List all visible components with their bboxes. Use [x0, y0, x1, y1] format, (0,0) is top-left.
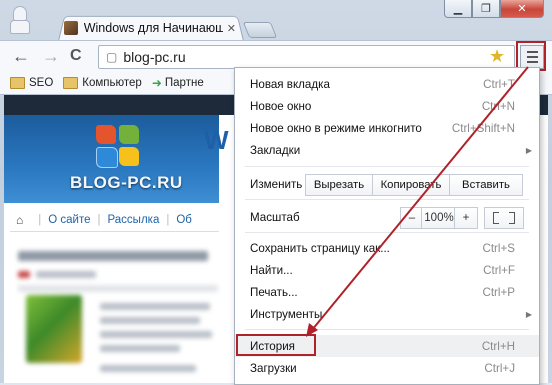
- bookmark-star-icon[interactable]: ★: [489, 46, 505, 67]
- bookmark-partner[interactable]: ➜ Партне: [152, 76, 204, 90]
- back-button[interactable]: ←: [12, 47, 30, 65]
- menu-item-find[interactable]: Найти... Ctrl+F: [235, 259, 539, 281]
- menu-item-save-page[interactable]: Сохранить страницу как... Ctrl+S: [235, 237, 539, 259]
- banner-partial-text: W: [204, 125, 229, 155]
- menu-item-bookmarks[interactable]: Закладки ▶: [235, 139, 539, 161]
- browser-window: ▁ ❐ ✕ Windows для Начинающ ✕ ← → C ▢ blo…: [0, 0, 552, 385]
- menu-item-new-tab[interactable]: Новая вкладка Ctrl+T: [235, 73, 539, 95]
- bookmark-label: Партне: [164, 77, 204, 89]
- copy-button[interactable]: Копировать: [372, 174, 450, 196]
- history-highlight-box: [236, 334, 316, 356]
- minimize-button[interactable]: ▁: [444, 0, 472, 18]
- folder-icon: [10, 77, 25, 89]
- partner-arrow-icon: ➜: [151, 76, 162, 90]
- site-nav: ⌂ | О сайте | Рассылка | Об: [10, 209, 219, 232]
- menu-item-print[interactable]: Печать... Ctrl+P: [235, 281, 539, 303]
- home-icon[interactable]: ⌂: [16, 213, 23, 227]
- menu-separator: [245, 199, 529, 200]
- new-tab-button[interactable]: [242, 22, 278, 38]
- maximize-button[interactable]: ❐: [472, 0, 500, 18]
- site-banner[interactable]: BLOG-PC.RU: [4, 115, 219, 203]
- submenu-arrow-icon: ▶: [525, 145, 532, 155]
- zoom-level: 100%: [421, 207, 457, 229]
- address-bar[interactable]: ▢ blog-pc.ru: [98, 45, 515, 69]
- bookmark-seo[interactable]: SEO: [10, 77, 53, 89]
- menu-item-incognito[interactable]: Новое окно в режиме инкогнито Ctrl+Shift…: [235, 117, 539, 139]
- window-controls: ▁ ❐ ✕: [444, 0, 544, 18]
- nav-more[interactable]: Об: [176, 214, 192, 226]
- menu-separator: [245, 329, 529, 330]
- site-favicon-icon: [64, 21, 78, 35]
- fullscreen-button[interactable]: [484, 207, 524, 229]
- cut-button[interactable]: Вырезать: [305, 174, 373, 196]
- tab-title: Windows для Начинающ: [83, 21, 223, 35]
- page-icon: ▢: [106, 50, 118, 64]
- bookmark-label: SEO: [29, 77, 54, 89]
- menu-separator: [245, 166, 529, 167]
- bookmark-label: Компьютер: [82, 77, 142, 89]
- nav-newsletter[interactable]: Рассылка: [108, 214, 160, 226]
- windows-logo-icon: [96, 125, 142, 169]
- zoom-in-button[interactable]: +: [454, 207, 478, 229]
- close-window-button[interactable]: ✕: [500, 0, 544, 18]
- active-tab-content[interactable]: Windows для Начинающ ✕: [64, 18, 236, 38]
- menu-item-tools[interactable]: Инструменты ▶: [235, 303, 539, 325]
- menu-item-new-window[interactable]: Новое окно Ctrl+N: [235, 95, 539, 117]
- banner-title: BLOG-PC.RU: [70, 173, 183, 192]
- nav-about[interactable]: О сайте: [48, 214, 90, 226]
- profile-avatar-icon[interactable]: [10, 6, 30, 34]
- folder-icon: [63, 77, 79, 89]
- tab-close-icon[interactable]: ✕: [227, 22, 236, 35]
- menu-separator: [245, 232, 529, 233]
- paste-button[interactable]: Вставить: [449, 174, 523, 196]
- submenu-arrow-icon: ▶: [525, 309, 532, 319]
- forward-button[interactable]: →: [42, 47, 60, 65]
- menu-item-downloads[interactable]: Загрузки Ctrl+J: [235, 357, 539, 379]
- reload-button[interactable]: C: [70, 47, 82, 65]
- bookmark-computer[interactable]: Компьютер: [63, 77, 142, 89]
- url-text[interactable]: blog-pc.ru: [123, 49, 185, 65]
